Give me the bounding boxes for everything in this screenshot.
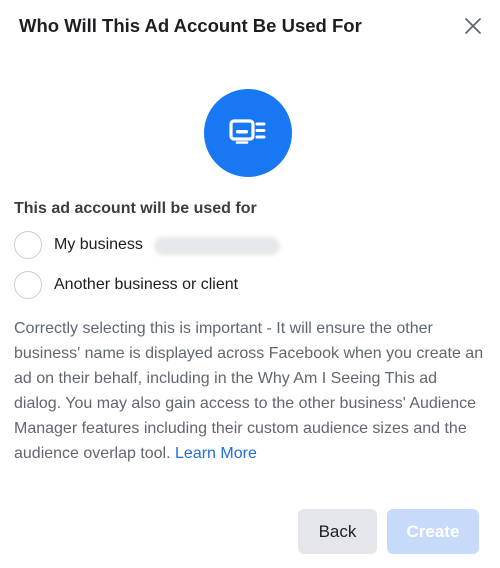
radio-my-business[interactable]: [14, 231, 42, 259]
dialog-title: Who Will This Ad Account Be Used For: [19, 15, 362, 36]
ad-account-hero: [204, 89, 292, 177]
usage-description: Correctly selecting this is important - …: [14, 316, 488, 466]
usage-section-label: This ad account will be used for: [14, 200, 257, 217]
learn-more-link[interactable]: Learn More: [175, 445, 257, 462]
radio-another-business[interactable]: [14, 271, 42, 299]
ad-account-icon: [229, 119, 266, 144]
option-my-business[interactable]: My business: [14, 231, 394, 261]
description-text: Correctly selecting this is important - …: [14, 320, 484, 462]
back-button[interactable]: Back: [298, 509, 377, 554]
create-button[interactable]: Create: [387, 509, 479, 554]
dialog-header: Who Will This Ad Account Be Used For: [0, 0, 500, 52]
option-another-business-label: Another business or client: [54, 276, 239, 293]
redacted-business-name: [154, 237, 280, 255]
option-my-business-label: My business: [54, 236, 143, 253]
option-another-business[interactable]: Another business or client: [14, 271, 394, 301]
close-icon: [465, 18, 481, 34]
close-button[interactable]: [459, 12, 487, 40]
ad-account-usage-dialog: Who Will This Ad Account Be Used For Thi…: [0, 0, 500, 568]
